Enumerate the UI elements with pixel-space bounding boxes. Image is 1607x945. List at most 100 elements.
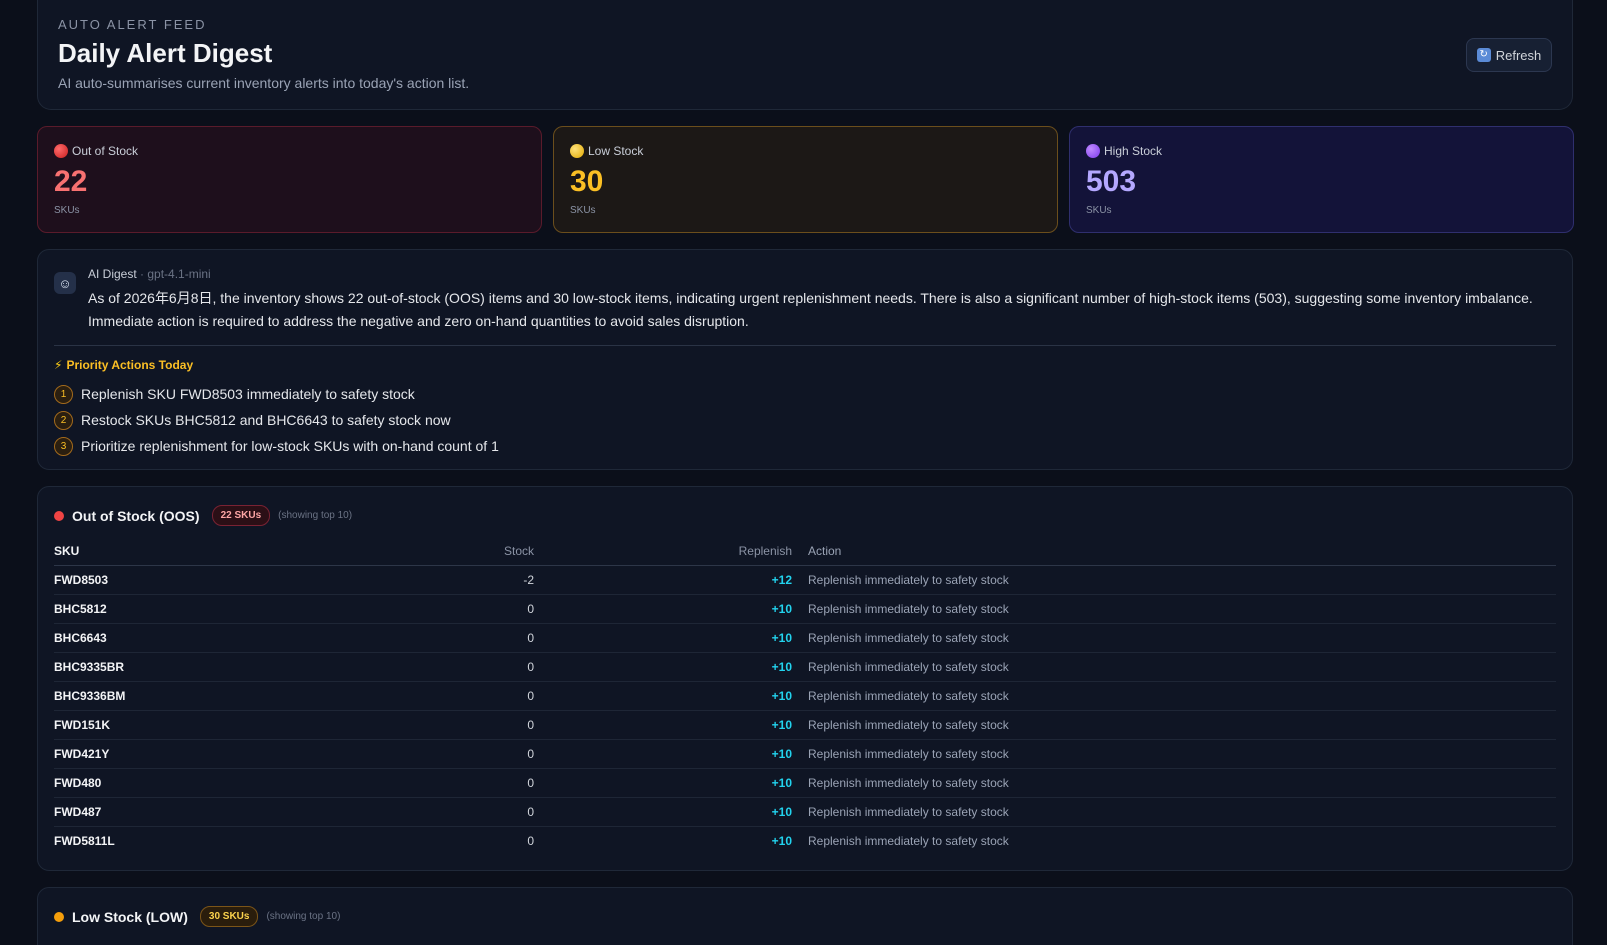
table-row: BHC6643 0 +10 Replenish immediately to safe…: [54, 623, 1556, 653]
table-row: FWD421Y 0 +10 Replenish immediately to safe…: [54, 739, 1556, 769]
cell-action: Replenish immediately to safety stock: [792, 623, 1556, 653]
column-header-stock: Stock: [414, 537, 534, 566]
table-row: BHC9335BR 0 +10 Replenish immediately to sa…: [54, 652, 1556, 682]
cell-replenish: +10: [771, 833, 792, 848]
cell-stock: 0: [414, 768, 534, 798]
cell-sku: BHC5812: [54, 594, 414, 624]
column-header-action: Action: [792, 537, 1556, 566]
cell-sku: FWD421Y: [54, 739, 414, 769]
column-header-replenish: Replenish: [534, 537, 792, 566]
stat-unit: SKUs: [54, 205, 80, 216]
oos-table: SKU Stock Replenish Action FWD8503 -2 +12 R…: [54, 537, 1556, 855]
cell-replenish: +10: [534, 710, 792, 740]
table-row: BHC9336BM 0 +10 Replenish immediately to sa…: [54, 681, 1556, 711]
cell-stock: 0: [414, 652, 534, 682]
stat-unit: SKUs: [1086, 205, 1112, 216]
cell-stock: 0: [414, 710, 534, 740]
table-row: FWD5811L 0 +10 Replenish immediately to saf…: [54, 826, 1556, 855]
cell-stock: 0: [414, 739, 534, 769]
priority-item: 2 Restock SKUs BHC5812 and BHC6643 to sa…: [54, 407, 499, 433]
stat-label: High Stock: [1104, 144, 1163, 158]
cell-replenish: +10: [534, 739, 792, 769]
number-badge: 2: [54, 410, 73, 430]
cell-replenish: +12: [534, 565, 792, 595]
cell-sku: FWD8503: [54, 565, 414, 595]
stat-card-low-stock: Low Stock 30 SKUs: [553, 126, 1058, 233]
cell-sku: FWD487: [54, 797, 414, 827]
cell-action: Replenish immediately to safety stock: [792, 710, 1556, 740]
cell-stock: 0: [414, 623, 534, 653]
showing-note: (showing top 10): [266, 911, 341, 922]
cell-sku: FWD151K: [54, 710, 414, 740]
low-stock-section: Low Stock (LOW) 30 SKUs (showing top 10): [37, 887, 1573, 945]
stat-card-out-of-stock: Out of Stock 22 SKUs: [37, 126, 542, 233]
stat-unit: SKUs: [570, 205, 596, 216]
cell-replenish: +10: [534, 797, 792, 827]
column-header-sku: SKU: [54, 537, 414, 566]
priority-item: 1 Replenish SKU FWD8503 immediately to s…: [54, 381, 499, 407]
count-badge: 22 SKUs: [211, 505, 271, 526]
cell-action: Replenish immediately to safety stock: [792, 594, 1556, 624]
stat-value: 503: [1086, 165, 1137, 198]
count-badge: 30 SKUs: [199, 906, 259, 927]
stat-value: 22: [54, 165, 88, 198]
cell-stock: -2: [414, 565, 534, 595]
stat-label: Low Stock: [588, 144, 644, 158]
table-row: FWD480 0 +10 Replenish immediately to safet…: [54, 768, 1556, 798]
table-row: FWD487 0 +10 Replenish immediately to safet…: [54, 797, 1556, 827]
refresh-button[interactable]: ↻ Refresh: [1466, 38, 1552, 72]
page-title: Daily Alert Digest: [58, 38, 273, 68]
purple-circle-icon: [1086, 144, 1100, 158]
cell-sku: FWD480: [54, 768, 414, 798]
digest-text: As of 2026年6月8日, the inventory shows 22 …: [88, 290, 1533, 329]
cell-stock: 0: [527, 833, 534, 848]
ai-digest-card: ☺ AI Digest · gpt-4.1-mini As of 2026年6月…: [37, 249, 1573, 470]
page-subtitle: AI auto-summarises current inventory ale…: [58, 75, 470, 91]
cell-sku: BHC6643: [54, 623, 414, 653]
cell-sku: BHC9335BR: [54, 652, 414, 682]
cell-action: Replenish immediately to safety stock: [792, 681, 1556, 711]
oos-section: Out of Stock (OOS) 22 SKUs (showing top …: [37, 486, 1573, 871]
cell-stock: 0: [414, 594, 534, 624]
priority-text: Restock SKUs BHC5812 and BHC6643 to safe…: [81, 412, 451, 428]
refresh-label: Refresh: [1495, 47, 1542, 63]
digest-model: · gpt-4.1-mini: [140, 267, 211, 281]
table-row: BHC5812 0 +10 Replenish immediately to safe…: [54, 594, 1556, 624]
cell-action: Replenish immediately to safety stock: [792, 739, 1556, 769]
digest-label: AI Digest: [88, 267, 137, 281]
cell-stock: 0: [414, 681, 534, 711]
table-row: FWD8503 -2 +12 Replenish immediately to saf…: [54, 565, 1556, 595]
priority-title: Priority Actions Today: [66, 358, 194, 372]
cell-replenish: +10: [534, 652, 792, 682]
table-row: FWD151K 0 +10 Replenish immediately to safe…: [54, 710, 1556, 740]
cell-sku: FWD5811L: [54, 833, 115, 848]
cell-action: Replenish immediately to safety stock: [792, 565, 1556, 595]
cell-replenish: +10: [534, 681, 792, 711]
cell-action: Replenish immediately to safety stock: [792, 768, 1556, 798]
section-title: Low Stock (LOW): [72, 908, 188, 925]
refresh-icon: ↻: [1476, 48, 1491, 62]
divider: [54, 345, 1556, 346]
priority-list: 1 Replenish SKU FWD8503 immediately to s…: [54, 381, 499, 459]
cell-action: Replenish immediately to safety stock: [792, 797, 1556, 827]
cell-replenish: +10: [534, 623, 792, 653]
stat-value: 30: [570, 165, 604, 198]
cell-action: Replenish immediately to safety stock: [808, 833, 1009, 848]
stat-card-high-stock: High Stock 503 SKUs: [1069, 126, 1574, 233]
robot-icon: ☺: [54, 272, 76, 294]
yellow-circle-icon: [570, 144, 584, 158]
header-card: AUTO ALERT FEED Daily Alert Digest AI au…: [37, 0, 1573, 110]
cell-sku: BHC9336BM: [54, 681, 414, 711]
cell-action: Replenish immediately to safety stock: [792, 652, 1556, 682]
header-eyebrow: AUTO ALERT FEED: [58, 17, 207, 32]
number-badge: 1: [54, 384, 73, 404]
showing-note: (showing top 10): [278, 510, 353, 521]
cell-replenish: +10: [534, 594, 792, 624]
cell-stock: 0: [414, 797, 534, 827]
priority-text: Prioritize replenishment for low-stock S…: [81, 438, 499, 454]
lightning-icon: ⚡: [54, 358, 63, 372]
orange-dot-icon: [54, 911, 64, 922]
priority-text: Replenish SKU FWD8503 immediately to saf…: [81, 386, 415, 402]
priority-item: 3 Prioritize replenishment for low-stock…: [54, 433, 499, 459]
section-title: Out of Stock (OOS): [72, 507, 200, 524]
